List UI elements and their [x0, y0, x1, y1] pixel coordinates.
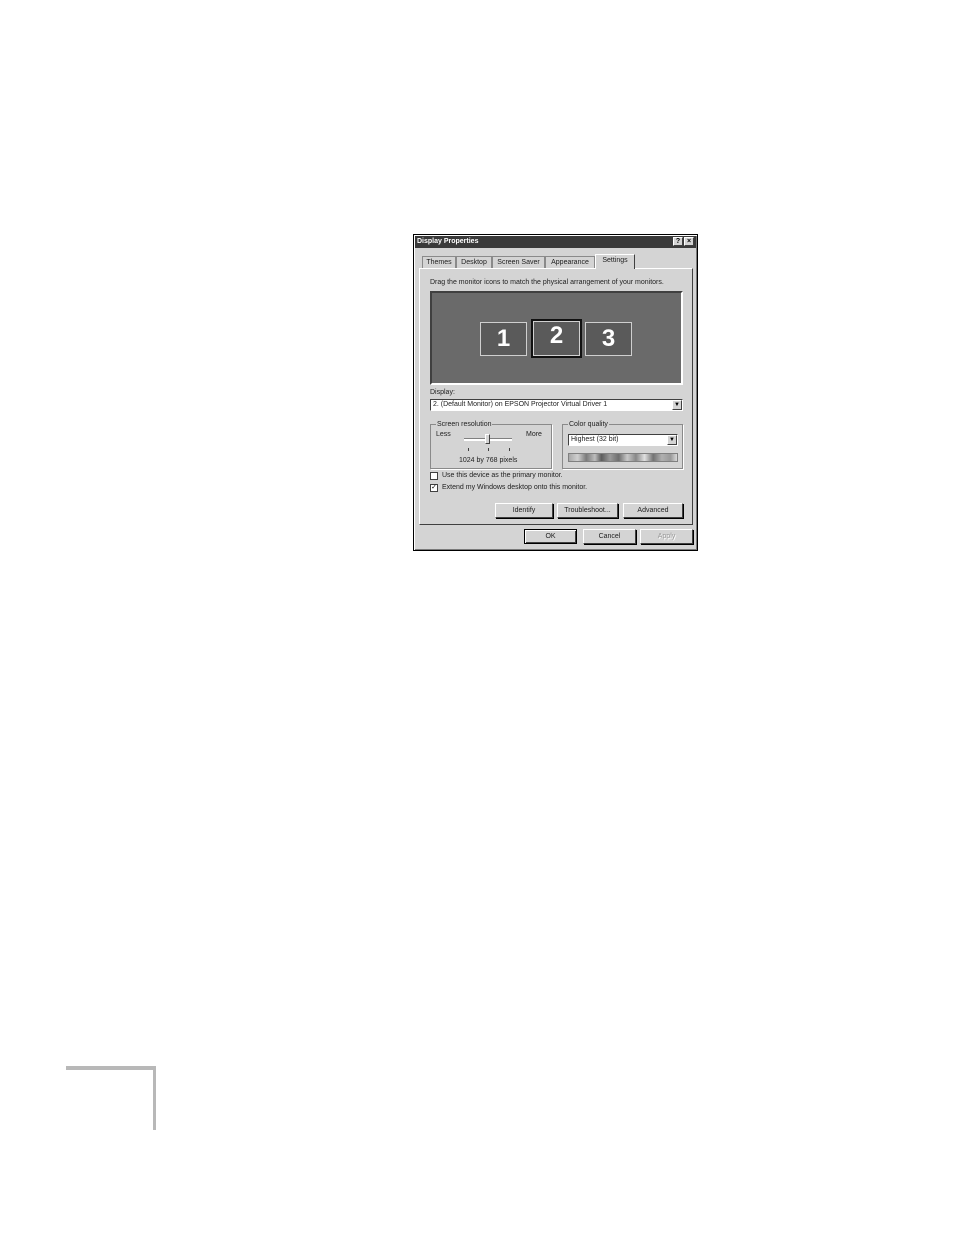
resolution-slider-thumb[interactable]: [485, 434, 490, 444]
resolution-more-label: More: [526, 431, 542, 438]
advanced-button[interactable]: Advanced: [623, 503, 683, 518]
tab-appearance[interactable]: Appearance: [545, 256, 595, 268]
page-margin-rule: [66, 1066, 156, 1070]
instruction-text: Drag the monitor icons to match the phys…: [430, 279, 664, 286]
resolution-value-text: 1024 by 768 pixels: [459, 457, 518, 464]
chevron-down-icon[interactable]: ▼: [672, 400, 682, 410]
color-quality-label: Color quality: [568, 420, 609, 429]
screen-resolution-label: Screen resolution: [436, 420, 493, 429]
display-select[interactable]: 2. (Default Monitor) on EPSON Projector …: [430, 399, 683, 411]
monitor-arrangement-area: 1 2 3: [430, 291, 683, 385]
page-margin-rule-vertical: [153, 1066, 156, 1130]
identify-button[interactable]: Identify: [495, 503, 553, 518]
cancel-button[interactable]: Cancel: [583, 529, 636, 544]
monitor-2-icon[interactable]: 2: [531, 319, 582, 358]
extend-desktop-checkbox[interactable]: ✓: [430, 484, 438, 492]
tab-settings[interactable]: Settings: [595, 254, 635, 269]
tab-desktop[interactable]: Desktop: [456, 256, 492, 268]
title-bar: Display Properties ? ×: [415, 236, 696, 248]
screen-resolution-group: Screen resolution Less More 1024 by 768 …: [430, 420, 552, 469]
slider-tick: [468, 448, 469, 451]
color-quality-value: Highest (32 bit): [571, 436, 619, 443]
tab-screen-saver[interactable]: Screen Saver: [492, 256, 545, 268]
extend-desktop-label: Extend my Windows desktop onto this moni…: [442, 484, 588, 491]
tab-themes[interactable]: Themes: [422, 256, 456, 268]
display-select-value: 2. (Default Monitor) on EPSON Projector …: [433, 401, 608, 408]
slider-tick: [488, 448, 489, 451]
troubleshoot-button[interactable]: Troubleshoot...: [557, 503, 618, 518]
color-preview-bar: [568, 453, 678, 462]
color-quality-select[interactable]: Highest (32 bit) ▼: [568, 434, 678, 446]
help-button[interactable]: ?: [673, 237, 683, 246]
color-quality-group: Color quality Highest (32 bit) ▼: [562, 420, 683, 469]
primary-monitor-checkbox[interactable]: [430, 472, 438, 480]
display-label: Display:: [430, 389, 455, 396]
dialog-title: Display Properties: [417, 238, 479, 245]
primary-monitor-label: Use this device as the primary monitor.: [442, 472, 563, 479]
monitor-1-icon[interactable]: 1: [480, 322, 527, 356]
display-properties-dialog: Display Properties ? × Themes Desktop Sc…: [413, 234, 698, 551]
apply-button[interactable]: Apply: [640, 529, 693, 544]
close-button[interactable]: ×: [684, 237, 694, 246]
slider-tick: [509, 448, 510, 451]
settings-panel: Drag the monitor icons to match the phys…: [419, 268, 693, 525]
monitor-3-icon[interactable]: 3: [585, 322, 632, 356]
resolution-less-label: Less: [436, 431, 451, 438]
ok-button[interactable]: OK: [524, 529, 577, 544]
chevron-down-icon[interactable]: ▼: [667, 435, 677, 445]
